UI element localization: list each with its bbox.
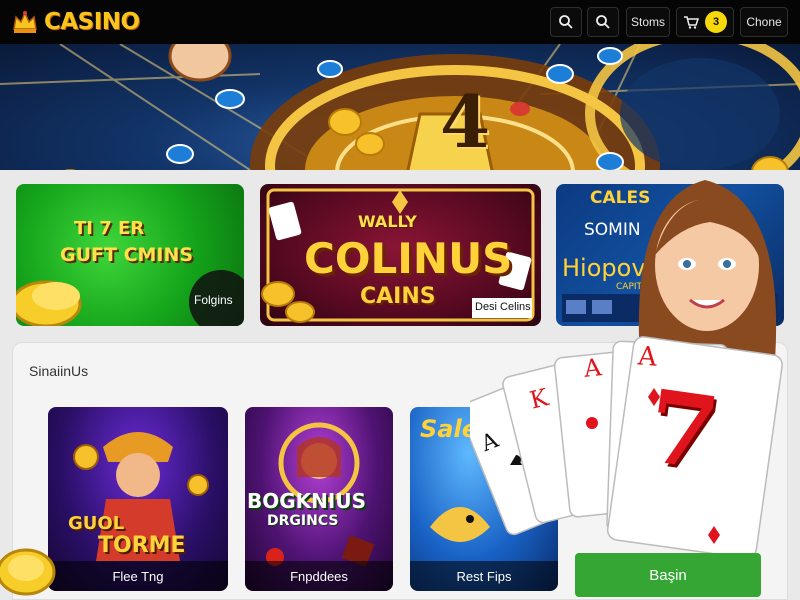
game-title-line2: DRGINCS [267,513,339,529]
heart-icon [586,417,598,429]
game-caption: Rest Fips [410,561,558,591]
chone-button[interactable]: Chone [740,7,788,37]
promo-tile-gift-coins[interactable]: TI 7 ER GUFT CMINS Folgins [16,184,244,326]
join-button[interactable]: Başin [575,553,761,597]
chone-label: Chone [746,15,782,29]
game-title-line1: GUOL [68,513,125,534]
roulette-table-art [0,44,800,170]
crown-icon [13,11,37,33]
promo-chip-label: Folgins [194,293,233,307]
search-button-2[interactable] [587,7,619,37]
card-rank-seven: 7 [640,366,726,494]
game-title-line2: TORME [98,533,186,558]
brand-name: CASINO [44,9,140,35]
games-section-title: SinaiinUs [29,363,89,379]
promo-title-line2: GUFT CMINS [60,244,194,266]
game-tile-bogknius[interactable]: BOGKNIUS DRGINCS Fnpddees [245,407,393,591]
cart-button[interactable]: 3 [676,7,734,37]
promo-title-line3: CAINS [360,284,436,309]
promo-tile-colinus-cains[interactable]: WALLY COLINUS CAINS Desi Celins [260,184,541,326]
promo-title-line2: COLINUS [304,234,513,283]
search-icon [596,15,610,29]
top-navigation-bar: CASINO Stoms 3 Chone [0,0,800,44]
card-rank-a2: A [582,353,603,383]
stoms-button[interactable]: Stoms [626,7,670,37]
card-rank-a3: A [636,341,658,373]
promo-title-line1: WALLY [358,212,417,231]
search-button[interactable] [550,7,582,37]
cart-badge: 3 [705,11,727,33]
game-caption: Fnpddees [245,561,393,591]
search-icon [559,15,573,29]
hero-number: 4 [440,79,491,164]
stoms-label: Stoms [630,15,665,29]
hero-banner[interactable]: 4 [0,44,800,170]
brand-logo[interactable]: CASINO [10,6,140,38]
promo-title-line1: TI 7 ER [74,218,145,239]
playing-cards-fan [470,336,783,559]
coin-stack-decoration [0,548,56,596]
game-title-line1: BOGKNIUS [247,489,366,513]
promo-chip-label: Desi Celins [475,301,531,313]
cart-icon [684,16,699,29]
